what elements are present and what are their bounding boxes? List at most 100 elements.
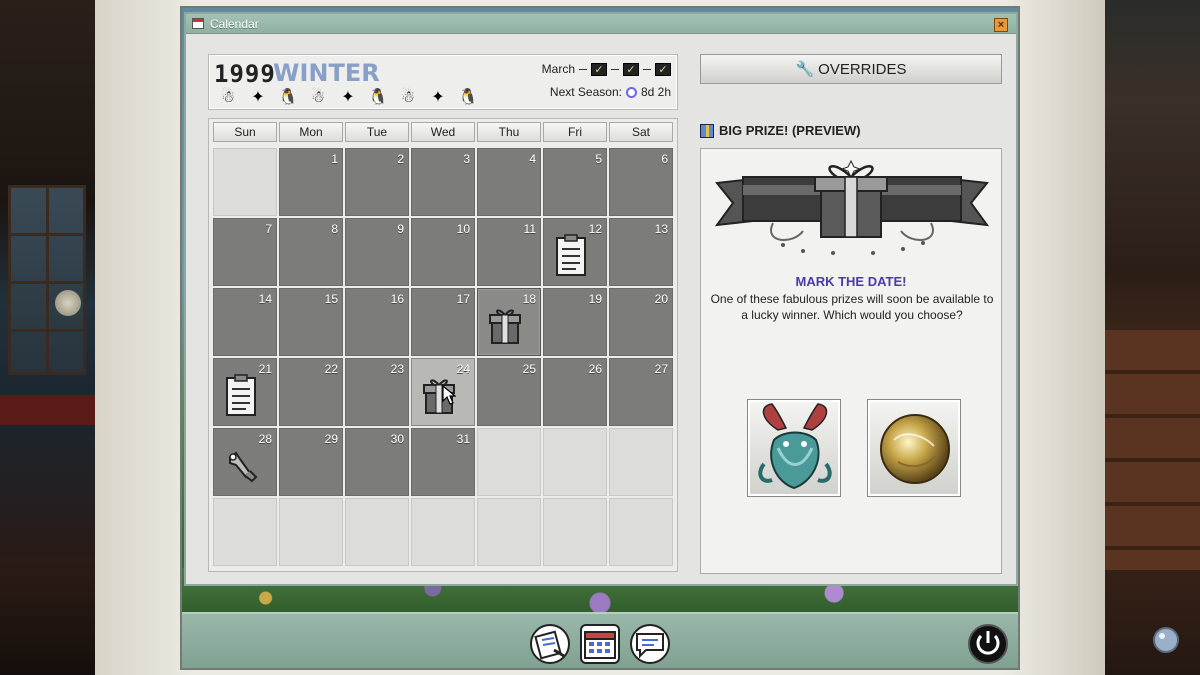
- wrench-icon: [229, 451, 258, 483]
- day-cell[interactable]: 17: [411, 288, 475, 356]
- empty-day-cell: [609, 428, 673, 496]
- day-cell[interactable]: 29: [279, 428, 343, 496]
- next-season-value: 8d 2h: [640, 85, 671, 99]
- calendar-icon: [584, 631, 616, 659]
- dragon-prize-icon: [758, 403, 832, 490]
- snowman-icon: ☃: [220, 89, 236, 106]
- prize-panel: MARK THE DATE! One of these fabulous pri…: [700, 148, 1002, 574]
- day-number: 27: [654, 362, 668, 376]
- mouse-cursor-icon: [442, 385, 456, 405]
- day-cell[interactable]: 22: [279, 358, 343, 426]
- day-cell[interactable]: 27: [609, 358, 673, 426]
- day-cell[interactable]: 15: [279, 288, 343, 356]
- day-cell-selected[interactable]: 24: [411, 358, 475, 426]
- day-cell[interactable]: 14: [213, 288, 277, 356]
- day-cells: 1 2 3 4 5 6 7 8 9 10 11 12 13 14 15 16 1…: [213, 148, 674, 566]
- window-titlebar[interactable]: Calendar ×: [186, 14, 1016, 34]
- day-cell[interactable]: 9: [345, 218, 409, 286]
- day-cell[interactable]: 7: [213, 218, 277, 286]
- day-number: 5: [595, 152, 602, 166]
- weekday-header: Sun Mon Tue Wed Thu Fri Sat: [213, 122, 674, 142]
- background-room-right: [1105, 0, 1200, 675]
- empty-day-cell: [543, 428, 607, 496]
- day-number: 9: [397, 222, 404, 236]
- penguin-icon: 🐧: [458, 89, 478, 106]
- gold-orb-prize-icon: [880, 414, 950, 484]
- progress-divider: [611, 68, 619, 70]
- day-number: 3: [463, 152, 470, 166]
- calendar-header: 1999 WINTER ☃ ✦ 🐧 ☃ ✦ 🐧 ☃ ✦ 🐧 March ✓ ✓: [208, 54, 678, 110]
- monitor-screen: Calendar × 1999 WINTER ☃ ✦ 🐧 ☃ ✦ 🐧 ☃ ✦ 🐧…: [180, 6, 1020, 670]
- penguin-icon: 🐧: [368, 89, 388, 106]
- prize-option-dragon[interactable]: [747, 399, 841, 497]
- day-cell-event[interactable]: 28: [213, 428, 277, 496]
- day-cell[interactable]: 25: [477, 358, 541, 426]
- power-button[interactable]: [968, 624, 1008, 664]
- day-cell[interactable]: 16: [345, 288, 409, 356]
- day-number: 20: [654, 292, 668, 306]
- day-cell[interactable]: 19: [543, 288, 607, 356]
- empty-day-cell: [477, 428, 541, 496]
- weekday-label: Mon: [279, 122, 343, 142]
- chat-icon: [636, 633, 664, 659]
- day-cell-event[interactable]: 12: [543, 218, 607, 286]
- month-label: March: [541, 62, 575, 76]
- background-room-left: [0, 0, 95, 675]
- day-number: 10: [456, 222, 470, 236]
- close-window-button[interactable]: ×: [994, 18, 1008, 32]
- day-number: 22: [324, 362, 338, 376]
- day-cell[interactable]: 3: [411, 148, 475, 216]
- empty-day-cell: [279, 498, 343, 566]
- calendar-window: Calendar × 1999 WINTER ☃ ✦ 🐧 ☃ ✦ 🐧 ☃ ✦ 🐧…: [184, 12, 1018, 586]
- day-cell[interactable]: 11: [477, 218, 541, 286]
- day-cell[interactable]: 8: [279, 218, 343, 286]
- day-cell[interactable]: 6: [609, 148, 673, 216]
- empty-day-cell: [345, 498, 409, 566]
- day-cell[interactable]: 20: [609, 288, 673, 356]
- day-cell[interactable]: 1: [279, 148, 343, 216]
- day-cell[interactable]: 10: [411, 218, 475, 286]
- day-cell[interactable]: 4: [477, 148, 541, 216]
- day-number: 30: [390, 432, 404, 446]
- power-icon: [976, 631, 1000, 655]
- empty-day-cell: [411, 498, 475, 566]
- ornament-icon: [1153, 627, 1179, 653]
- day-cell[interactable]: 30: [345, 428, 409, 496]
- overrides-button[interactable]: 🔧 OVERRIDES: [700, 54, 1002, 84]
- prize-option-orb[interactable]: [867, 399, 961, 497]
- taskbar: [182, 612, 1018, 668]
- empty-day-cell: [609, 498, 673, 566]
- season-label: WINTER: [273, 59, 380, 87]
- next-season-label: Next Season:: [549, 85, 622, 99]
- taskbar-notes-button[interactable]: [530, 624, 570, 664]
- day-number: 18: [522, 292, 536, 306]
- gift-icon: [489, 309, 521, 344]
- day-cell[interactable]: 31: [411, 428, 475, 496]
- season-mascots: ☃ ✦ 🐧 ☃ ✦ 🐧 ☃ ✦ 🐧: [215, 87, 481, 107]
- sparkle-icon: ✦: [251, 89, 265, 106]
- day-cell-today[interactable]: 18: [477, 288, 541, 356]
- clock-icon: [625, 86, 637, 98]
- prize-title: BIG PRIZE! (PREVIEW): [719, 123, 861, 138]
- progress-divider: [579, 68, 587, 70]
- background-shelf: [1105, 330, 1200, 570]
- taskbar-chat-button[interactable]: [630, 624, 670, 664]
- day-number: 4: [529, 152, 536, 166]
- day-number: 19: [588, 292, 602, 306]
- wrench-icon: 🔧: [795, 61, 815, 78]
- weekday-label: Sat: [609, 122, 673, 142]
- day-cell[interactable]: 26: [543, 358, 607, 426]
- window-title: Calendar: [210, 16, 259, 31]
- day-number: 31: [456, 432, 470, 446]
- empty-day-cell: [213, 148, 277, 216]
- sparkle-icon: ✦: [341, 89, 355, 106]
- day-cell[interactable]: 23: [345, 358, 409, 426]
- day-number: 28: [258, 432, 272, 446]
- taskbar-calendar-button[interactable]: [580, 624, 620, 664]
- checkmark-icon: ✓: [623, 62, 639, 76]
- day-cell-event[interactable]: 21: [213, 358, 277, 426]
- day-cell[interactable]: 2: [345, 148, 409, 216]
- day-cell[interactable]: 5: [543, 148, 607, 216]
- day-cell[interactable]: 13: [609, 218, 673, 286]
- empty-day-cell: [477, 498, 541, 566]
